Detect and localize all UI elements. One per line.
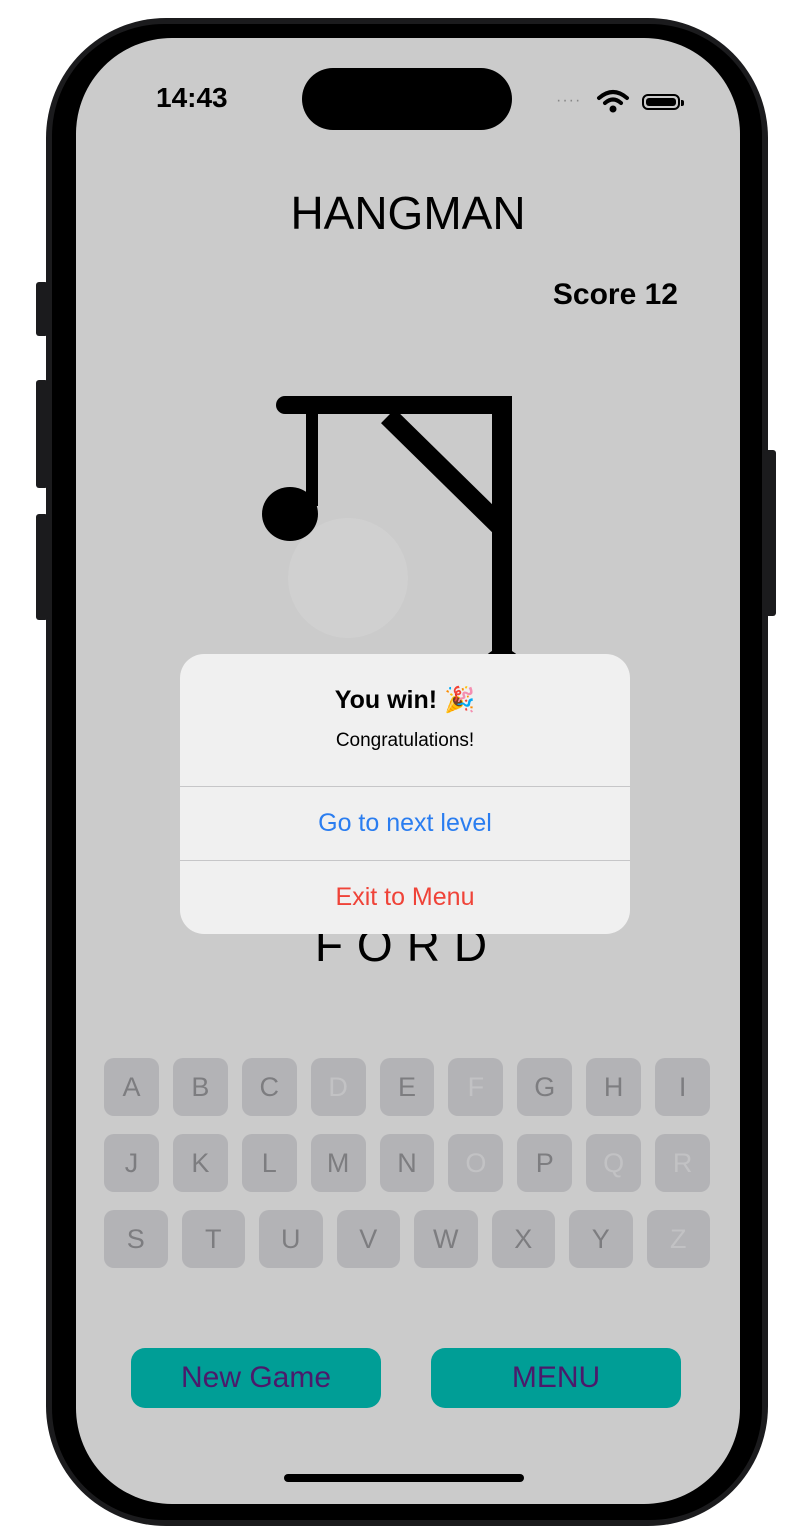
key-b[interactable]: B xyxy=(172,1058,228,1116)
win-alert: You win! 🎉 Congratulations! Go to next l… xyxy=(180,654,630,934)
alert-title: You win! 🎉 xyxy=(180,686,630,715)
key-e[interactable]: E xyxy=(379,1058,435,1116)
key-n[interactable]: N xyxy=(379,1134,435,1192)
key-d[interactable]: D xyxy=(310,1058,366,1116)
key-q[interactable]: Q xyxy=(586,1134,642,1192)
key-l[interactable]: L xyxy=(241,1134,297,1192)
gallows-rope xyxy=(306,408,318,506)
alert-message: Congratulations! xyxy=(335,730,475,751)
letter-keyboard: ABCDEFGHI JKLMNOPQR STUVWXYZ xyxy=(104,1058,711,1286)
key-y[interactable]: Y xyxy=(569,1210,633,1268)
hanged-head xyxy=(262,487,318,541)
key-x[interactable]: X xyxy=(491,1210,555,1268)
exit-to-menu-button[interactable]: Exit to Menu xyxy=(180,861,630,933)
key-s[interactable]: S xyxy=(104,1210,168,1268)
home-indicator xyxy=(284,1474,524,1482)
screen: 14:43 ···· HANGMAN Score 12 FORD ABCDEFG… xyxy=(76,38,740,1504)
keyboard-row: STUVWXYZ xyxy=(104,1210,710,1268)
party-popper-icon: 🎉 xyxy=(444,686,476,714)
key-c[interactable]: C xyxy=(241,1058,297,1116)
key-k[interactable]: K xyxy=(172,1134,228,1192)
key-m[interactable]: M xyxy=(310,1134,366,1192)
key-v[interactable]: V xyxy=(336,1210,400,1268)
key-r[interactable]: R xyxy=(655,1134,711,1192)
keyboard-row: JKLMNOPQR xyxy=(104,1134,711,1192)
key-h[interactable]: H xyxy=(586,1058,642,1116)
key-p[interactable]: P xyxy=(517,1134,573,1192)
volume-down-button xyxy=(36,514,48,620)
key-w[interactable]: W xyxy=(414,1210,478,1268)
key-i[interactable]: I xyxy=(655,1058,711,1116)
gallows-brace xyxy=(380,408,508,534)
key-j[interactable]: J xyxy=(104,1134,159,1192)
key-o[interactable]: O xyxy=(448,1134,504,1192)
volume-up-button xyxy=(36,380,48,488)
new-game-button[interactable]: New Game xyxy=(131,1348,381,1408)
next-level-button[interactable]: Go to next level xyxy=(180,787,630,859)
key-f[interactable]: F xyxy=(448,1058,504,1116)
key-g[interactable]: G xyxy=(517,1058,573,1116)
action-button xyxy=(36,282,48,336)
key-t[interactable]: T xyxy=(181,1210,245,1268)
power-button xyxy=(764,450,776,616)
keyboard-row: ABCDEFGHI xyxy=(104,1058,711,1116)
key-a[interactable]: A xyxy=(104,1058,159,1116)
key-z[interactable]: Z xyxy=(646,1210,710,1268)
key-u[interactable]: U xyxy=(259,1210,323,1268)
menu-button[interactable]: MENU xyxy=(431,1348,681,1408)
alert-title-text: You win! xyxy=(334,686,438,714)
